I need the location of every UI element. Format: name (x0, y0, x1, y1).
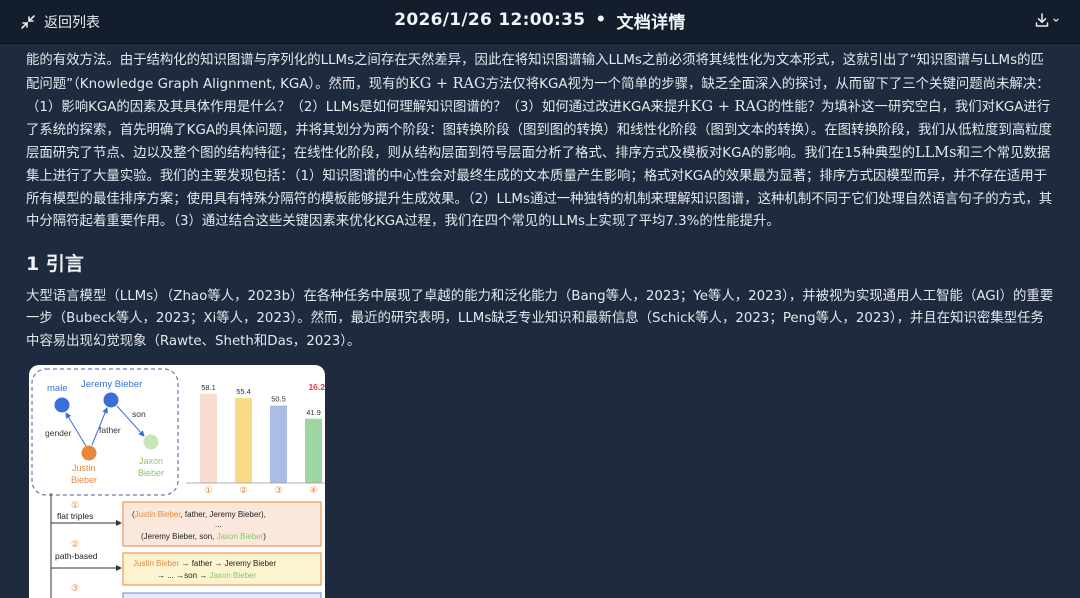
bar-value-label-2: 55.4 (236, 387, 251, 396)
flat-triples-line-2: ... (215, 520, 222, 529)
format-num-2: ② (71, 539, 79, 549)
format-num-1: ① (71, 500, 79, 510)
node-jeremy (103, 392, 119, 408)
figure-illustration: male Jeremy Bieber gender father son Jus… (31, 368, 325, 598)
node-justin (81, 445, 97, 461)
math-term: KG + RAG (690, 99, 768, 116)
introduction-paragraph: 大型语言模型（LLMs）（Zhao等人，2023b）在各种任务中展现了卓越的能力… (26, 288, 1054, 349)
top-bar: 返回列表 2026/1/26 12:00:35 • 文档详情 (0, 0, 1080, 44)
section-title-introduction: 1 引言 (26, 252, 84, 275)
node-label-jaxon-1: Jaxon (139, 456, 163, 466)
format-box-path-based (122, 552, 322, 586)
bar-category-1: ① (204, 486, 212, 496)
bar-chart: 58.1 ① 55.4 ② 50.5 ③ 41.9 ④ 16.2 (186, 382, 325, 496)
flat-triples-line-1: (Justin Bieber, father, Jeremy Bieber), (132, 510, 266, 519)
chevron-down-icon (1053, 18, 1059, 23)
bar-2 (235, 398, 252, 483)
format-name-path-based: path-based (55, 551, 98, 561)
bar-category-4: ④ (309, 486, 317, 496)
bar-value-label-4: 41.9 (306, 408, 321, 417)
format-box-3 (122, 592, 322, 598)
flat-triples-line-3: (Jeremy Bieber, son, Jaxon Bieber) (141, 532, 266, 541)
document-content: 能的有效方法。由于结构化的知识图谱与序列化的LLMs之间存在天然差异，因此在将知… (26, 50, 1056, 354)
document-datetime: 2026/1/26 12:00:35 (394, 10, 586, 30)
bar-value-label-3: 50.5 (271, 395, 286, 404)
edge-label-gender: gender (45, 428, 72, 438)
download-icon (1035, 13, 1049, 27)
bar-category-2: ② (239, 486, 247, 496)
math-term: KG + RAG (408, 75, 486, 92)
bar-3 (270, 405, 287, 483)
diff-annotation-label: 16.2 (308, 382, 325, 392)
edge-label-son: son (132, 409, 146, 419)
bar-value-label-1: 58.1 (201, 383, 216, 392)
format-name-flat-triples: flat triples (57, 511, 93, 521)
node-label-justin-1: Justin (72, 463, 96, 473)
bar-category-3: ③ (274, 486, 282, 496)
format-num-3: ③ (71, 583, 79, 593)
node-jaxon (143, 434, 159, 450)
edge-label-father: father (99, 425, 121, 435)
page-title-text: 文档详情 (616, 12, 686, 33)
node-male (54, 397, 70, 413)
bar-1 (200, 393, 217, 483)
node-label-justin-2: Bieber (71, 475, 97, 485)
bar-4 (305, 418, 322, 483)
download-button[interactable] (1028, 8, 1066, 32)
title-separator: • (595, 10, 607, 30)
node-label-jeremy: Jeremy Bieber (81, 379, 142, 390)
page-title: 2026/1/26 12:00:35 • 文档详情 (0, 0, 1080, 40)
paper-figure: male Jeremy Bieber gender father son Jus… (29, 365, 325, 598)
path-based-line-1: Justin Bieber → father → Jeremy Bieber (133, 559, 277, 568)
math-term: LLMs (914, 145, 957, 162)
node-label-jaxon-2: Bieber (138, 468, 164, 478)
node-label-male: male (47, 383, 68, 394)
abstract-paragraph: 能的有效方法。由于结构化的知识图谱与序列化的LLMs之间存在天然差异，因此在将知… (26, 50, 1056, 234)
path-based-line-2: → ... →son → Jaxon Bieber (157, 571, 257, 580)
